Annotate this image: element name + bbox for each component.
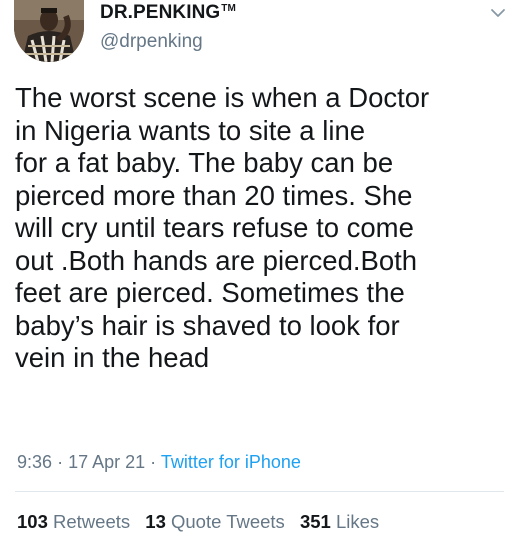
avatar[interactable] <box>14 0 84 62</box>
likes-stat[interactable]: 351 Likes <box>300 511 379 532</box>
meta-separator: · <box>57 452 64 472</box>
author-display-name[interactable]: DR.PENKINGTM <box>100 2 236 24</box>
tweet-text: The worst scene is when a Doctor in Nige… <box>15 82 430 373</box>
tweet-time[interactable]: 9:36 <box>17 452 52 472</box>
retweets-stat[interactable]: 103 Retweets <box>17 511 130 532</box>
tweet-meta: 9:36 · 17 Apr 21 · Twitter for iPhone <box>17 452 301 473</box>
meta-separator: · <box>150 452 157 472</box>
quotes-count: 13 <box>145 511 166 532</box>
divider <box>15 491 504 492</box>
tweet-source-link[interactable]: Twitter for iPhone <box>161 452 301 472</box>
likes-count: 351 <box>299 511 331 532</box>
display-name-text: DR.PENKING <box>100 2 221 23</box>
quote-tweets-stat[interactable]: 13 Quote Tweets <box>145 511 285 532</box>
retweets-count: 103 <box>17 511 48 532</box>
author-handle[interactable]: @drpenking <box>100 31 203 53</box>
likes-label: Likes <box>335 511 380 532</box>
chevron-down-icon[interactable] <box>489 6 507 20</box>
tweet-date[interactable]: 17 Apr 21 <box>68 452 145 472</box>
quotes-label: Quote Tweets <box>171 511 285 532</box>
retweets-label: Retweets <box>53 511 131 532</box>
tweet-card: DR.PENKINGTM @drpenking The worst scene … <box>0 0 519 537</box>
trademark-mark: TM <box>221 3 236 14</box>
tweet-stats: 103 Retweets 13 Quote Tweets 351 Likes <box>17 511 389 533</box>
